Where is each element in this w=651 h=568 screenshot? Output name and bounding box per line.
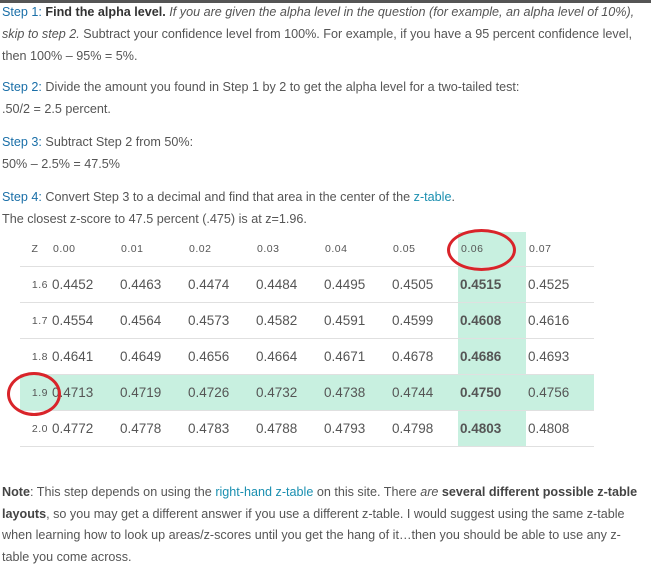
- z-table-cell: 0.4474: [186, 266, 254, 303]
- z-table-cell: 0.4750: [458, 374, 526, 411]
- step-3-label: Step 3:: [2, 135, 42, 149]
- step-1: Step 1: Find the alpha level. If you are…: [2, 1, 642, 67]
- z-table-cell: 0.4656: [186, 338, 254, 375]
- z-table-cell: 0.4732: [254, 374, 322, 411]
- z-table-cell: 0.4756: [526, 374, 594, 411]
- z-table-cell: 0.4719: [118, 374, 186, 411]
- z-table-cell: 0.4495: [322, 266, 390, 303]
- z-table-row: 1.7 0.4554 0.4564 0.4573 0.4582 0.4591 0.4599 0…: [20, 302, 594, 339]
- z-table-header: 0.00: [50, 232, 118, 267]
- z-table-cell: 0.4744: [390, 374, 458, 411]
- z-table-cell: 0.4515: [458, 266, 526, 303]
- z-table-cell: 0.4599: [390, 302, 458, 339]
- highlight-circle-column: [447, 229, 516, 271]
- z-table-header: 0.02: [186, 232, 254, 267]
- z-table-cell: 0.4573: [186, 302, 254, 339]
- z-table-cell: 0.4726: [186, 374, 254, 411]
- z-table-cell: 0.4582: [254, 302, 322, 339]
- z-table-row: 1.6 0.4452 0.4463 0.4474 0.4484 0.4495 0.4505 0…: [20, 266, 594, 303]
- step-3-line2: 50% – 2.5% = 47.5%: [2, 157, 120, 171]
- step-2: Step 2: Divide the amount you found in S…: [2, 76, 642, 120]
- z-table-cell: 0.4803: [458, 410, 526, 447]
- z-row-label: 1.6: [20, 266, 50, 303]
- z-table-cell: 0.4649: [118, 338, 186, 375]
- z-table-cell: 0.4641: [50, 338, 118, 375]
- z-table-cell: 0.4808: [526, 410, 594, 447]
- z-table-cell: 0.4564: [118, 302, 186, 339]
- z-table-cell: 0.4554: [50, 302, 118, 339]
- z-table-row: 2.0 0.4772 0.4778 0.4783 0.4788 0.4793 0.4798 0…: [20, 410, 594, 447]
- highlight-circle-row: [7, 372, 61, 416]
- z-table-cell: 0.4778: [118, 410, 186, 447]
- z-row-label: 1.8: [20, 338, 50, 375]
- note-label: Note: [2, 485, 30, 499]
- z-table-cell: 0.4798: [390, 410, 458, 447]
- z-table-cell: 0.4783: [186, 410, 254, 447]
- z-table-row: 1.9 0.4713 0.4719 0.4726 0.4732 0.4738 0.4744 0…: [20, 374, 594, 411]
- note-text-1: : This step depends on using the: [30, 485, 212, 499]
- step-2-label: Step 2:: [2, 80, 42, 94]
- z-table-cell: 0.4484: [254, 266, 322, 303]
- step-4-line2: The closest z-score to 47.5 percent (.47…: [2, 212, 307, 226]
- z-table-header: Z: [20, 232, 50, 267]
- step-4: Step 4: Convert Step 3 to a decimal and …: [2, 186, 642, 230]
- step-4-label: Step 4:: [2, 190, 42, 204]
- z-table-cell: 0.4671: [322, 338, 390, 375]
- z-table-cell: 0.4772: [50, 410, 118, 447]
- z-table-cell: 0.4505: [390, 266, 458, 303]
- step-3-text: Subtract Step 2 from 50%:: [45, 135, 194, 149]
- z-table-cell: 0.4686: [458, 338, 526, 375]
- z-table-cell: 0.4678: [390, 338, 458, 375]
- z-table-cell: 0.4525: [526, 266, 594, 303]
- z-table-link[interactable]: z-table: [414, 190, 452, 204]
- step-2-line2: .50/2 = 2.5 percent.: [2, 102, 111, 116]
- step-4-text: Convert Step 3 to a decimal and find tha…: [45, 190, 411, 204]
- z-table-cell: 0.4452: [50, 266, 118, 303]
- z-table-header: 0.01: [118, 232, 186, 267]
- z-table-cell: 0.4738: [322, 374, 390, 411]
- note-text-3: , so you may get a different answer if y…: [2, 506, 625, 564]
- step-4-period: .: [451, 190, 455, 204]
- z-row-label: 1.7: [20, 302, 50, 339]
- z-table-cell: 0.4664: [254, 338, 322, 375]
- z-table-row: 1.8 0.4641 0.4649 0.4656 0.4664 0.4671 0.4678 0…: [20, 338, 594, 375]
- z-table-header: 0.04: [322, 232, 390, 267]
- z-table-cell: 0.4693: [526, 338, 594, 375]
- step-3: Step 3: Subtract Step 2 from 50%: 50% – …: [2, 131, 642, 175]
- z-table-cell: 0.4616: [526, 302, 594, 339]
- z-table-cell: 0.4591: [322, 302, 390, 339]
- z-table-header: 0.03: [254, 232, 322, 267]
- step-1-heading: Find the alpha level.: [45, 5, 166, 19]
- z-table-cell: 0.4463: [118, 266, 186, 303]
- note-text-2: on this site. There: [316, 485, 417, 499]
- z-table-cell: 0.4788: [254, 410, 322, 447]
- right-hand-z-table-link[interactable]: right-hand z-table: [215, 485, 313, 499]
- z-table: Z 0.00 0.01 0.02 0.03 0.04 0.05 0.06 0.0…: [20, 232, 594, 447]
- note-italic: are: [420, 485, 439, 499]
- step-1-text: Subtract your confidence level from 100%…: [2, 27, 633, 63]
- z-table-cell: 0.4608: [458, 302, 526, 339]
- z-table-cell: 0.4793: [322, 410, 390, 447]
- step-1-label: Step 1:: [2, 5, 42, 19]
- step-2-text: Divide the amount you found in Step 1 by…: [45, 80, 520, 94]
- note: Note: This step depends on using the rig…: [2, 482, 642, 568]
- z-table-header: 0.07: [526, 232, 594, 267]
